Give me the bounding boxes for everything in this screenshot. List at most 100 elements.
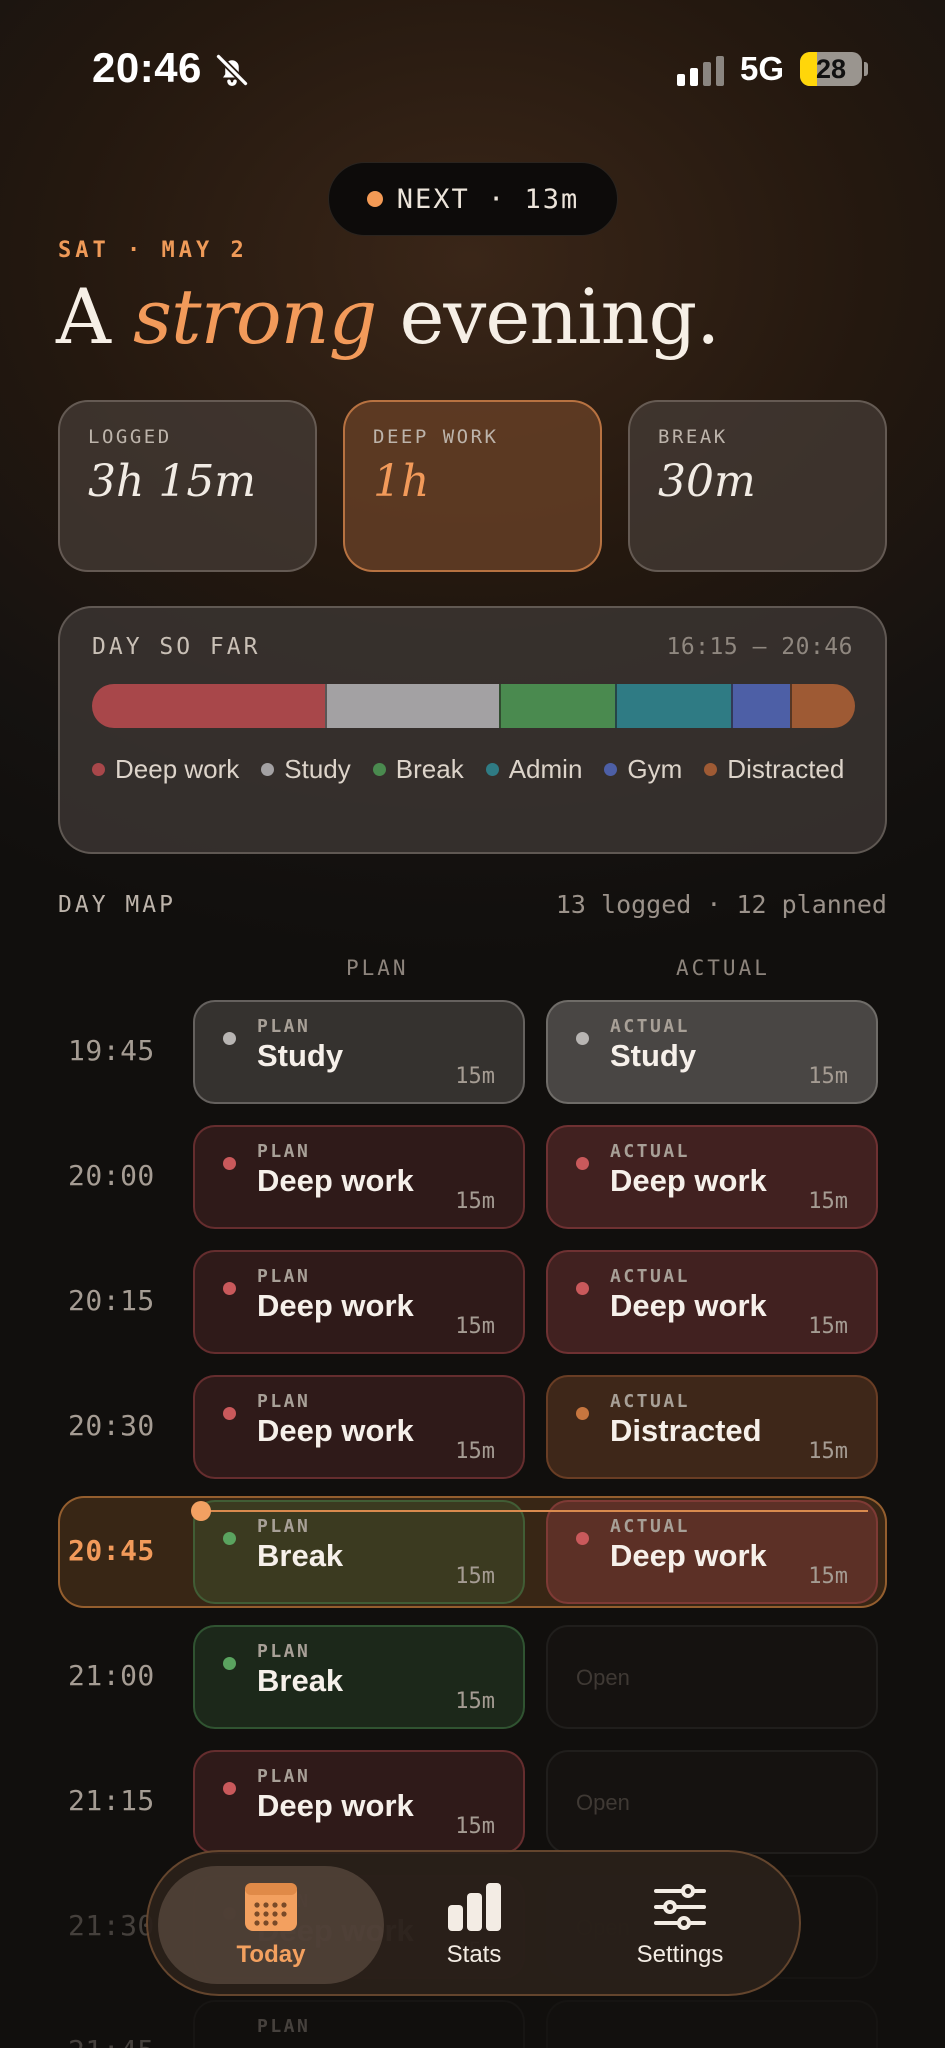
legend-dot-icon — [604, 763, 618, 776]
metric-card-break[interactable]: BREAK 30m — [628, 400, 887, 572]
plan-block[interactable]: PLANDeep work 15m — [193, 1375, 525, 1479]
plan-block[interactable]: PLANDeep work 15m — [193, 1750, 525, 1854]
now-indicator-knob — [191, 1501, 211, 1521]
block-name: Deep work — [257, 1163, 414, 1198]
actual-block[interactable]: ACTUAL Deep work 15m — [546, 1125, 878, 1229]
actual-slot-open[interactable]: Open — [546, 1625, 878, 1729]
day-so-far-card: DAY SO FAR 16:15 — 20:46 Deep work Study B… — [58, 606, 887, 854]
day-so-far-range: 16:15 — 20:46 — [666, 634, 853, 660]
block-tag: ACTUAL — [610, 1266, 691, 1287]
actual-slot-open[interactable]: Open — [546, 1750, 878, 1854]
actual-block[interactable]: ACTUAL Distracted 15m — [546, 1375, 878, 1479]
category-dot-icon — [576, 1032, 589, 1045]
block-dur: 15m — [808, 1189, 848, 1214]
category-dot-icon — [223, 1407, 236, 1420]
legend-label: Study — [284, 754, 351, 784]
tab-stats[interactable]: Stats — [374, 1866, 574, 1984]
category-dot-icon — [576, 1532, 589, 1545]
legend-dot-icon — [92, 763, 105, 776]
day-so-far-bar — [92, 684, 855, 728]
block-dur: 15m — [455, 1189, 495, 1214]
metric-label: DEEP WORK — [373, 426, 499, 448]
day-map-row: 21:45 PLAN — [0, 2000, 945, 2048]
block-name: Deep work — [610, 1163, 767, 1198]
plan-block[interactable]: PLAN — [193, 2000, 525, 2048]
block-name: Study — [610, 1038, 697, 1073]
plan-block[interactable]: PLAN Study 15m — [193, 1000, 525, 1104]
day-map-title: DAY MAP — [58, 892, 176, 918]
plan-block[interactable]: PLAN Break 15m — [193, 1625, 525, 1729]
block-name: Deep work — [257, 1788, 414, 1823]
block-tag: PLAN — [257, 2016, 311, 2037]
actual-column-header: ACTUAL — [676, 956, 770, 980]
block-dur: 15m — [808, 1439, 848, 1464]
tab-today-label: Today — [236, 1941, 306, 1968]
bar-segment-admin — [614, 684, 731, 728]
battery-level: 28 — [815, 54, 847, 84]
row-time: 19:45 — [68, 1034, 155, 1067]
metric-label: LOGGED — [88, 426, 172, 448]
category-dot-icon — [576, 1157, 589, 1170]
day-map-row: 21:15 PLAN Deep work 15m Open — [0, 1750, 945, 1862]
actual-block[interactable]: ACTUAL Study 15m — [546, 1000, 878, 1104]
legend-dot-icon — [261, 763, 275, 776]
day-map-row: 19:45 PLAN Study 15m ACTUAL Study 15m — [0, 1000, 945, 1112]
block-tag: PLAN — [257, 1141, 311, 1162]
row-time: 20:30 — [68, 1409, 155, 1442]
legend-item: Study — [261, 754, 351, 785]
next-up-pill[interactable]: NEXT · 13m — [328, 162, 618, 236]
bar-segment-distracted — [790, 684, 855, 728]
block-dur: 15m — [808, 1564, 848, 1589]
legend-label: Distracted — [727, 754, 845, 784]
category-dot-icon — [223, 1532, 236, 1545]
day-map-row: 20:45 PLAN Break 15m ACTUAL Deep work 15m — [0, 1496, 945, 1612]
block-dur: 15m — [455, 1064, 495, 1089]
tab-bar: Today Stats Settings — [146, 1850, 801, 1996]
status-time: 20:46 — [92, 44, 202, 91]
next-label: NEXT · 13m — [396, 183, 580, 215]
tab-settings[interactable]: Settings — [580, 1866, 780, 1984]
plan-block[interactable]: PLANDeep work 15m — [193, 1125, 525, 1229]
legend-label: Gym — [627, 754, 683, 784]
legend-item: Deep work — [92, 754, 239, 785]
category-dot-icon — [223, 1157, 236, 1170]
category-dot-icon — [223, 1032, 236, 1045]
legend-item: Gym — [604, 754, 682, 785]
actual-slot-open[interactable] — [546, 2000, 878, 2048]
metric-card-logged[interactable]: LOGGED 3h 15m — [58, 400, 317, 572]
category-dot-icon — [223, 2032, 236, 2045]
battery-icon: 28 — [800, 52, 862, 86]
legend-item: Admin — [485, 754, 582, 785]
block-tag: ACTUAL — [610, 1516, 691, 1537]
day-map-row: 21:00 PLAN Break 15m Open — [0, 1625, 945, 1737]
day-map-count: 13 logged · 12 planned — [555, 890, 887, 919]
calendar-icon — [245, 1883, 297, 1931]
bar-segment-gym — [730, 684, 791, 728]
tab-settings-label: Settings — [636, 1941, 724, 1968]
open-slot-label: Open — [576, 1665, 630, 1690]
day-map-row: 20:00 PLAN Deep work 15m ACTUAL Deep work 15m — [0, 1125, 945, 1237]
block-name: Study — [257, 1038, 344, 1073]
block-dur: 15m — [808, 1064, 848, 1089]
block-name: Deep work — [257, 1413, 414, 1448]
metric-card-deep-work[interactable]: DEEP WORK 1h — [343, 400, 602, 572]
actual-block[interactable]: ACTUAL Deep work 15m — [546, 1250, 878, 1354]
block-tag: ACTUAL — [610, 1016, 691, 1037]
legend-item: Break — [372, 754, 464, 785]
sliders-icon — [654, 1884, 706, 1930]
actual-block[interactable]: ACTUAL Deep work 15m — [546, 1500, 878, 1604]
day-so-far-title: DAY SO FAR — [92, 634, 261, 660]
tab-today[interactable]: Today — [158, 1866, 384, 1984]
metric-value: 30m — [658, 456, 756, 507]
block-dur: 15m — [808, 1314, 848, 1339]
block-tag: PLAN — [257, 1391, 311, 1412]
plan-block[interactable]: PLAN Break 15m — [193, 1500, 525, 1604]
day-map-row: 20:15 PLAN Deep work 15m ACTUAL Deep work 15m — [0, 1250, 945, 1362]
plan-block[interactable]: PLANDeep work 15m — [193, 1250, 525, 1354]
category-dot-icon — [576, 1407, 589, 1420]
battery-cap — [864, 62, 868, 76]
block-tag: PLAN — [257, 1266, 311, 1287]
block-name: Distracted — [610, 1413, 762, 1448]
legend-label: Deep work — [115, 754, 240, 784]
block-tag: PLAN — [257, 1516, 311, 1537]
